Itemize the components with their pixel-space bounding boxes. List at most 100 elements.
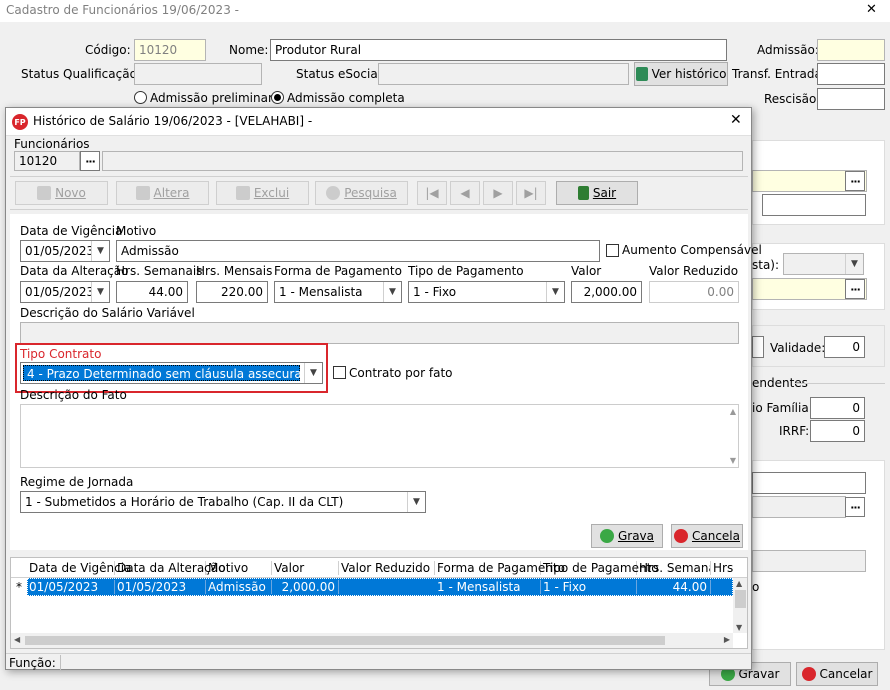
cell-valor: 2,000.00 [272, 580, 339, 594]
forma-pagamento-value: 1 - Mensalista [279, 285, 363, 299]
novo-button[interactable]: Novo [15, 181, 108, 205]
exclui-button[interactable]: Exclui [216, 181, 309, 205]
grid-header-valor[interactable]: Valor [272, 561, 339, 575]
prev-record-button[interactable]: ◀ [450, 181, 480, 205]
right-field-3[interactable] [752, 336, 764, 358]
descricao-fato-label: Descrição do Fato [20, 388, 127, 402]
scroll-right-icon[interactable]: ▶ [724, 635, 730, 644]
tipo-contrato-label: Tipo Contrato [20, 347, 102, 361]
hrs-semanais-field[interactable]: 44.00 [116, 281, 188, 303]
salario-familia-label: io Família: [752, 401, 813, 415]
tipo-pagamento-select[interactable]: 1 - Fixo ▼ [408, 281, 565, 303]
cell-hrs-semanais: 44.00 [637, 580, 711, 594]
sair-button[interactable]: Sair [556, 181, 638, 205]
exclui-label: Exclui [253, 186, 290, 200]
nome-field[interactable]: Produtor Rural [270, 39, 727, 61]
scroll-thumb[interactable] [735, 590, 746, 608]
motivo-label: Motivo [116, 224, 157, 238]
right-field-4[interactable] [752, 472, 866, 494]
altera-button[interactable]: Altera [116, 181, 209, 205]
radio-admissao-completa-label: Admissão completa [287, 91, 405, 105]
grid-header-valor-reduzido[interactable]: Valor Reduzido [339, 561, 435, 575]
dialog-close-icon[interactable]: ✕ [730, 112, 742, 128]
scroll-up-icon[interactable]: ▲ [730, 407, 736, 416]
exit-door-icon [577, 186, 589, 200]
right-sta-select[interactable]: ▼ [783, 253, 864, 275]
grid-vertical-scrollbar[interactable]: ▲ ▼ [733, 578, 747, 633]
scroll-down-icon[interactable]: ▼ [736, 623, 742, 632]
codigo-field[interactable]: 10120 [134, 39, 206, 61]
transf-entrada-field[interactable] [817, 63, 885, 85]
scroll-down-icon[interactable]: ▼ [730, 456, 736, 465]
irrf-field[interactable]: 0 [810, 420, 865, 442]
radio-admissao-completa[interactable] [271, 91, 284, 104]
novo-label: Novo [55, 186, 86, 200]
scroll-left-icon[interactable]: ◀ [14, 635, 20, 644]
chevron-down-icon: ▼ [91, 282, 109, 302]
radio-admissao-preliminar[interactable] [134, 91, 147, 104]
funcionarios-lookup-button[interactable]: ··· [80, 151, 100, 171]
right-ellipsis-3[interactable]: ··· [845, 497, 865, 517]
pesquisa-label: Pesquisa [344, 186, 397, 200]
right-field-5[interactable] [752, 496, 846, 518]
new-document-icon [37, 186, 52, 200]
descricao-salario-variavel-label: Descrição do Salário Variável [20, 306, 195, 320]
grid-header-hrs-semanais[interactable]: Hrs. Semanais [637, 561, 711, 575]
first-record-button[interactable]: |◀ [417, 181, 447, 205]
tipo-contrato-select[interactable]: 4 - Prazo Determinado sem cláusula assec… [20, 362, 323, 384]
sair-label: Sair [592, 186, 617, 200]
next-record-button[interactable]: ▶ [483, 181, 513, 205]
regime-jornada-value: 1 - Submetidos a Horário de Trabalho (Ca… [25, 495, 344, 509]
grid-header-row: Data de Vigência Data da Alteração Motiv… [11, 558, 747, 578]
motivo-field[interactable]: Admissão [116, 240, 600, 262]
admissao-field[interactable] [817, 39, 885, 61]
tipo-contrato-value: 4 - Prazo Determinado sem cláusula assec… [23, 365, 322, 381]
forma-pagamento-label: Forma de Pagamento [274, 264, 402, 278]
search-icon [326, 186, 341, 200]
grid-header-hrs[interactable]: Hrs. [711, 561, 733, 575]
grid-header-data-vigencia[interactable]: Data de Vigência [27, 561, 131, 575]
right-ellipsis-1[interactable]: ··· [845, 171, 865, 191]
altera-label: Altera [153, 186, 190, 200]
hrs-semanais-label: Hrs. Semanais [116, 264, 203, 278]
edit-icon [135, 186, 150, 200]
funcionarios-field[interactable]: 10120 [14, 151, 80, 171]
rescisao-field[interactable] [817, 88, 885, 110]
check-icon [599, 529, 614, 543]
table-row[interactable]: * 01/05/2023 01/05/2023 Admissão 2,000.0… [11, 578, 733, 596]
descricao-fato-textarea[interactable]: ▲ ▼ [20, 404, 739, 468]
grid-header-tipo-pagamento[interactable]: Tipo de Pagamento [541, 561, 659, 575]
grid-header-forma-pagamento[interactable]: Forma de Pagamento [435, 561, 565, 575]
right-ellipsis-2[interactable]: ··· [845, 279, 865, 299]
right-field-2[interactable] [762, 194, 866, 216]
valor-label: Valor [571, 264, 602, 278]
regime-jornada-select[interactable]: 1 - Submetidos a Horário de Trabalho (Ca… [20, 491, 426, 513]
rescisao-label: Rescisão: [764, 92, 821, 106]
forma-pagamento-select[interactable]: 1 - Mensalista ▼ [274, 281, 402, 303]
grid-horizontal-scrollbar[interactable]: ◀ ▶ [11, 633, 733, 648]
contrato-por-fato-checkbox[interactable] [333, 366, 346, 379]
hrs-mensais-field[interactable]: 220.00 [196, 281, 268, 303]
grid-header-motivo[interactable]: Motivo [206, 561, 272, 575]
main-close-icon[interactable]: ✕ [866, 2, 877, 17]
cancelar-button[interactable]: Cancelar [796, 662, 878, 686]
dialog-title: Histórico de Salário 19/06/2023 - [VELAH… [33, 114, 313, 128]
funcionarios-label: Funcionários [14, 137, 90, 151]
chevron-down-icon: ▼ [845, 254, 863, 274]
grava-button[interactable]: Grava [591, 524, 663, 548]
regime-jornada-label: Regime de Jornada [20, 475, 134, 489]
cancela-button[interactable]: Cancela [671, 524, 743, 548]
ver-historico-button[interactable]: Ver histórico [634, 62, 728, 86]
grid-header-data-alteracao[interactable]: Data da Alteração [115, 561, 225, 575]
pesquisa-button[interactable]: Pesquisa [315, 181, 408, 205]
valor-field[interactable]: 2,000.00 [571, 281, 642, 303]
h-scroll-thumb[interactable] [25, 636, 665, 645]
data-vigencia-picker[interactable]: 01/05/2023 ▼ [20, 240, 110, 262]
validade-field[interactable]: 0 [824, 336, 865, 358]
data-alteracao-picker[interactable]: 01/05/2023 ▼ [20, 281, 110, 303]
cancel-icon [673, 529, 688, 543]
aumento-compensavel-checkbox[interactable] [606, 244, 619, 257]
scroll-up-icon[interactable]: ▲ [736, 579, 742, 588]
salario-familia-field[interactable]: 0 [810, 397, 865, 419]
last-record-button[interactable]: ▶| [516, 181, 546, 205]
